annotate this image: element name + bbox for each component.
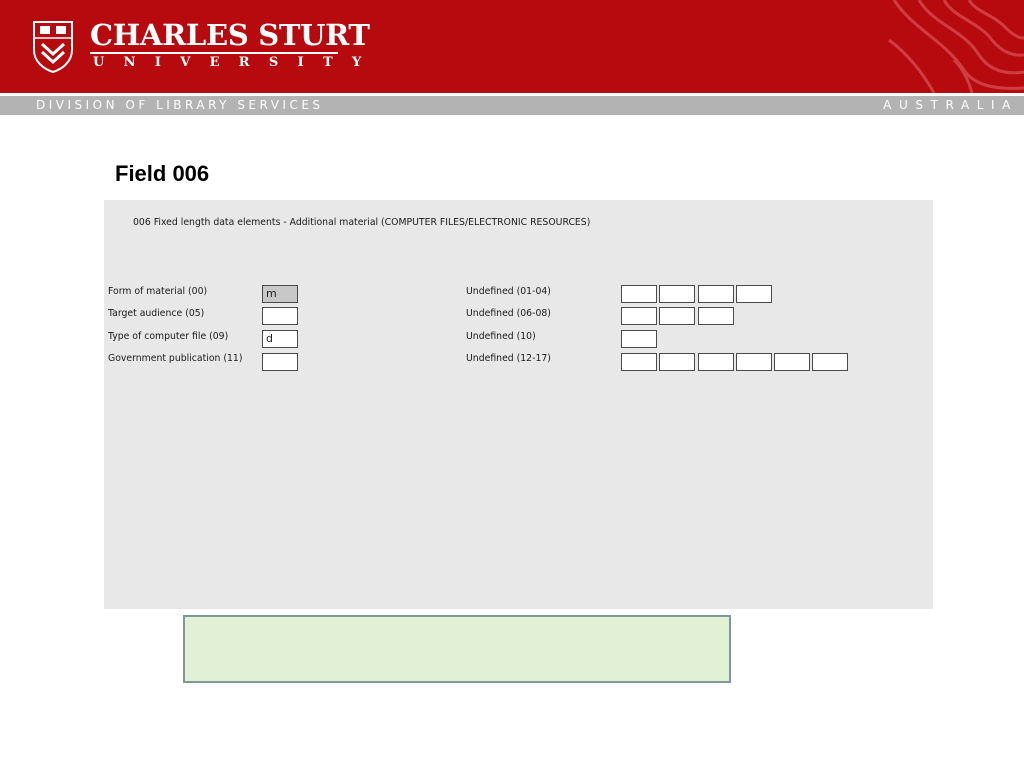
undefined-10-box[interactable] bbox=[621, 330, 657, 348]
undefined-12-17-box[interactable] bbox=[736, 353, 772, 371]
undefined-12-17-box[interactable] bbox=[698, 353, 734, 371]
division-band: DIVISION OF LIBRARY SERVICES AUSTRALIA bbox=[0, 96, 1024, 115]
field-label-undefined-06-08: Undefined (06-08) bbox=[466, 308, 551, 319]
university-name: CHARLES STURT bbox=[90, 18, 370, 52]
undefined-06-08-box[interactable] bbox=[621, 307, 657, 325]
field-label-type-of-computer-file: Type of computer file (09) bbox=[108, 331, 229, 342]
undefined-12-17-box[interactable] bbox=[812, 353, 848, 371]
note-box bbox=[183, 615, 731, 683]
undefined-12-17-box[interactable] bbox=[774, 353, 810, 371]
undefined-12-17-box[interactable] bbox=[659, 353, 695, 371]
type-of-computer-file-input[interactable]: d bbox=[262, 330, 298, 348]
decorative-pattern-icon bbox=[888, 0, 1024, 93]
undefined-12-17-box[interactable] bbox=[621, 353, 657, 371]
field-label-form-of-material: Form of material (00) bbox=[108, 286, 208, 297]
undefined-06-08-box[interactable] bbox=[659, 307, 695, 325]
undefined-06-08-box[interactable] bbox=[698, 307, 734, 325]
field-label-undefined-01-04: Undefined (01-04) bbox=[466, 286, 551, 297]
country-label: AUSTRALIA bbox=[883, 98, 1018, 112]
undefined-01-04-box[interactable] bbox=[621, 285, 657, 303]
field-label-undefined-10: Undefined (10) bbox=[466, 331, 536, 342]
form-of-material-input[interactable]: m bbox=[262, 285, 298, 303]
field-label-target-audience: Target audience (05) bbox=[108, 308, 205, 319]
field-label-undefined-12-17: Undefined (12-17) bbox=[466, 353, 551, 364]
undefined-01-04-box[interactable] bbox=[736, 285, 772, 303]
form-heading: 006 Fixed length data elements - Additio… bbox=[133, 217, 591, 228]
university-name-rule bbox=[90, 52, 338, 54]
target-audience-input[interactable] bbox=[262, 307, 298, 325]
undefined-01-04-box[interactable] bbox=[698, 285, 734, 303]
fixed-field-form: 006 Fixed length data elements - Additio… bbox=[104, 200, 933, 609]
slide-title: Field 006 bbox=[115, 161, 210, 186]
header-banner: CHARLES STURT UNIVERSITY bbox=[0, 0, 1024, 93]
university-crest-icon bbox=[33, 21, 73, 74]
division-label: DIVISION OF LIBRARY SERVICES bbox=[36, 98, 324, 112]
government-publication-input[interactable] bbox=[262, 353, 298, 371]
university-subtitle: UNIVERSITY bbox=[93, 55, 381, 70]
field-label-government-publication: Government publication (11) bbox=[108, 353, 243, 364]
undefined-01-04-box[interactable] bbox=[659, 285, 695, 303]
